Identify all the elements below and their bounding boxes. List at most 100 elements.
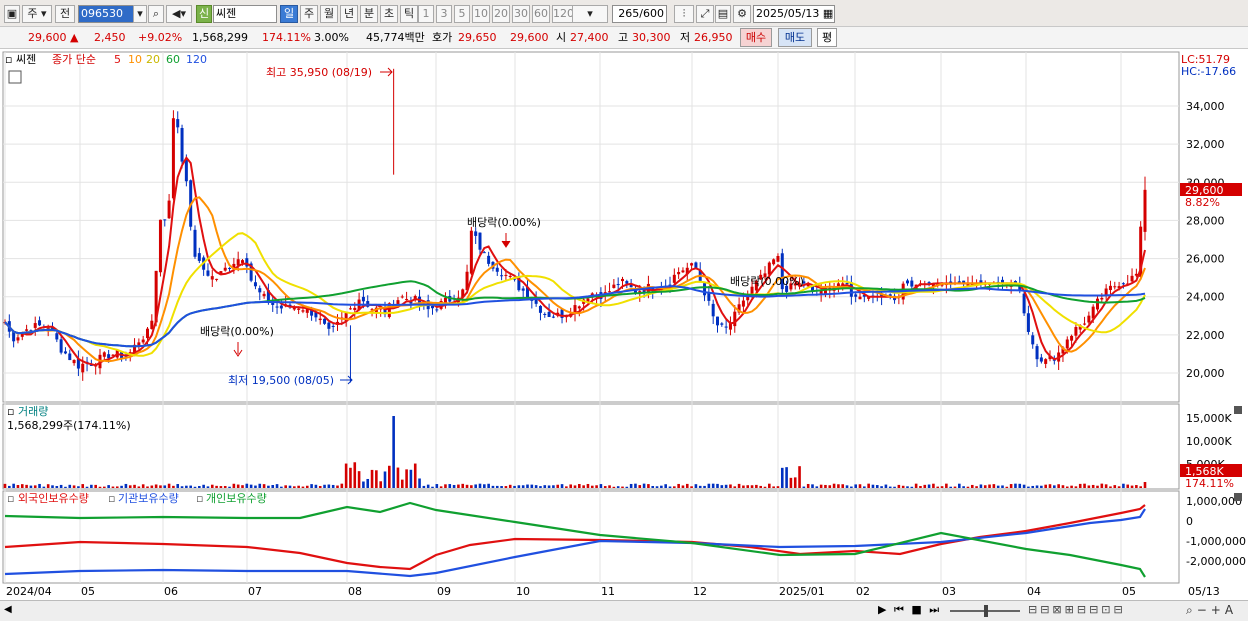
candle-type-icon[interactable]: ⫶ (674, 5, 694, 23)
candle-body-166 (720, 323, 724, 325)
volume-bar-148 (642, 483, 646, 488)
volume-bar-29 (128, 485, 132, 488)
ma5-label: 5 (114, 53, 121, 66)
volume-bar-253 (1096, 485, 1099, 488)
volume-bar-82 (357, 471, 361, 488)
candle-body-3 (16, 337, 20, 341)
volume-bar-99 (431, 486, 434, 488)
candle-body-34 (150, 320, 154, 330)
volume-bar-43 (189, 485, 192, 488)
volume-bar-133 (578, 484, 581, 488)
buy-button[interactable]: 매수 (740, 28, 772, 47)
volume-bar-47 (206, 486, 210, 488)
chart-scrollbar[interactable]: ◀ ▶ ⏮ ■ ⏭ ⊟⊟⊠⊞⊟⊟⊡⊟ ⌕−+A (0, 600, 1248, 621)
period-button-3[interactable]: 년 (340, 5, 358, 23)
volume-bar-15 (68, 484, 72, 488)
volume-bar-119 (517, 485, 521, 488)
volume-bar-145 (629, 483, 633, 488)
volume-bar-21 (94, 484, 97, 488)
volume-bar-70 (305, 485, 309, 488)
evaluation-button[interactable]: 평 (817, 28, 837, 47)
code-dropdown-icon[interactable]: ▾ (133, 5, 147, 23)
minute-button-20[interactable]: 20 (492, 5, 510, 23)
zoom-slider-thumb[interactable] (984, 605, 988, 617)
period-button-2[interactable]: 월 (320, 5, 338, 23)
volume-bar-31 (137, 486, 141, 488)
minute-button-120[interactable]: 120 (552, 5, 574, 23)
volume-bar-2 (12, 483, 15, 488)
volume-bar-3 (16, 485, 20, 488)
candle-body-114 (495, 267, 499, 272)
volume-bar-24 (107, 485, 110, 488)
candle-body-159 (690, 263, 694, 266)
volume-bar-178 (772, 486, 775, 488)
minute-button-3[interactable]: 3 (436, 5, 452, 23)
price-ytick-1: 32,000 (1186, 138, 1225, 151)
volume-ratio: 174.11% (262, 31, 311, 44)
volume-bar-22 (98, 486, 102, 488)
minute-button-10[interactable]: 10 (472, 5, 490, 23)
calendar-icon[interactable]: ▦ (823, 7, 833, 20)
volume-bar-215 (932, 483, 935, 488)
view-tool-icons[interactable]: ⊟⊟⊠⊞⊟⊟⊡⊟ (1028, 603, 1126, 616)
speaker-icon[interactable]: ◀▾ (166, 5, 192, 23)
price-ytick-7: 20,000 (1186, 367, 1225, 380)
minute-button-1[interactable]: 1 (418, 5, 434, 23)
data-count-field[interactable]: 265/600 (612, 5, 667, 23)
volume-bar-177 (768, 483, 771, 488)
period-button-6[interactable]: 틱 (400, 5, 418, 23)
volume-bar-63 (275, 484, 279, 488)
period-button-0[interactable]: 일 (280, 5, 298, 23)
minute-button-60[interactable]: 60 (532, 5, 550, 23)
period-button-5[interactable]: 초 (380, 5, 398, 23)
x-axis-label-0: 2024/04 (6, 585, 52, 598)
stock-name-field[interactable]: 씨젠 (213, 5, 277, 23)
volume-pct-tag: 174.11% (1185, 477, 1234, 490)
candle-body-58 (253, 282, 257, 287)
trade-amount: 45,774백만 (366, 31, 425, 44)
volume-bar-232 (1005, 486, 1009, 488)
stock-code-input[interactable]: 096530 (78, 5, 134, 23)
turnover-pct: 3.00% (314, 31, 349, 44)
interval-dropdown[interactable]: ▾ (572, 5, 608, 23)
volume-bar-111 (483, 484, 486, 488)
volume-bar-65 (284, 485, 287, 488)
chart-canvas: ▫ 씨젠 종가 단순 5 10 20 60 120 LC:51.79 HC:-1… (2, 51, 1246, 598)
candle-body-60 (262, 293, 266, 297)
scroll-left-icon[interactable]: ◀ (4, 604, 12, 615)
candle-body-248 (1074, 327, 1078, 336)
x-axis: 2024/04 05 06 07 08 09 10 11 12 2025/01 02 03 04 05 (6, 585, 1136, 598)
sell-button[interactable]: 매도 (778, 28, 812, 47)
volume-bar-191 (828, 485, 832, 488)
volume-panel-close-icon[interactable] (1234, 406, 1242, 414)
volume-bar-37 (163, 485, 167, 488)
save-icon[interactable]: ▤ (715, 5, 731, 23)
market-select[interactable]: 주 ▾ (22, 5, 52, 23)
volume-bar-185 (802, 486, 806, 488)
minute-button-30[interactable]: 30 (512, 5, 530, 23)
price-panel-frame (2, 51, 1180, 403)
holding-panel-close-icon[interactable] (1234, 493, 1242, 501)
volume-bar-141 (612, 486, 616, 488)
volume-bar-181 (785, 467, 788, 488)
candle-body-41 (180, 128, 184, 162)
volume-bar-11 (51, 485, 54, 488)
period-button-4[interactable]: 분 (360, 5, 378, 23)
holding-ytick-0: 0 (1186, 515, 1193, 528)
gear-icon[interactable]: ⚙ (733, 5, 751, 23)
date-field[interactable]: 2025/05/13 ▦ (753, 5, 835, 23)
volume-bar-13 (59, 484, 63, 488)
window-menu-icon[interactable]: ▣ (4, 5, 20, 23)
table-toggle-icon[interactable] (8, 70, 22, 84)
zoom-icons[interactable]: ⌕−+A (1186, 603, 1237, 618)
playback-controls[interactable]: ▶ ⏮ ■ ⏭ (878, 603, 941, 617)
candle-body-93 (405, 298, 409, 300)
volume-bar-131 (569, 484, 572, 488)
minute-button-5[interactable]: 5 (454, 5, 470, 23)
prev-button[interactable]: 전 (55, 5, 75, 23)
volume-bar-75 (327, 484, 331, 488)
candle-body-140 (608, 291, 612, 293)
search-icon[interactable]: ⌕ (148, 5, 164, 23)
line-tool-icon[interactable]: ⤢ (696, 5, 714, 23)
period-button-1[interactable]: 주 (300, 5, 318, 23)
